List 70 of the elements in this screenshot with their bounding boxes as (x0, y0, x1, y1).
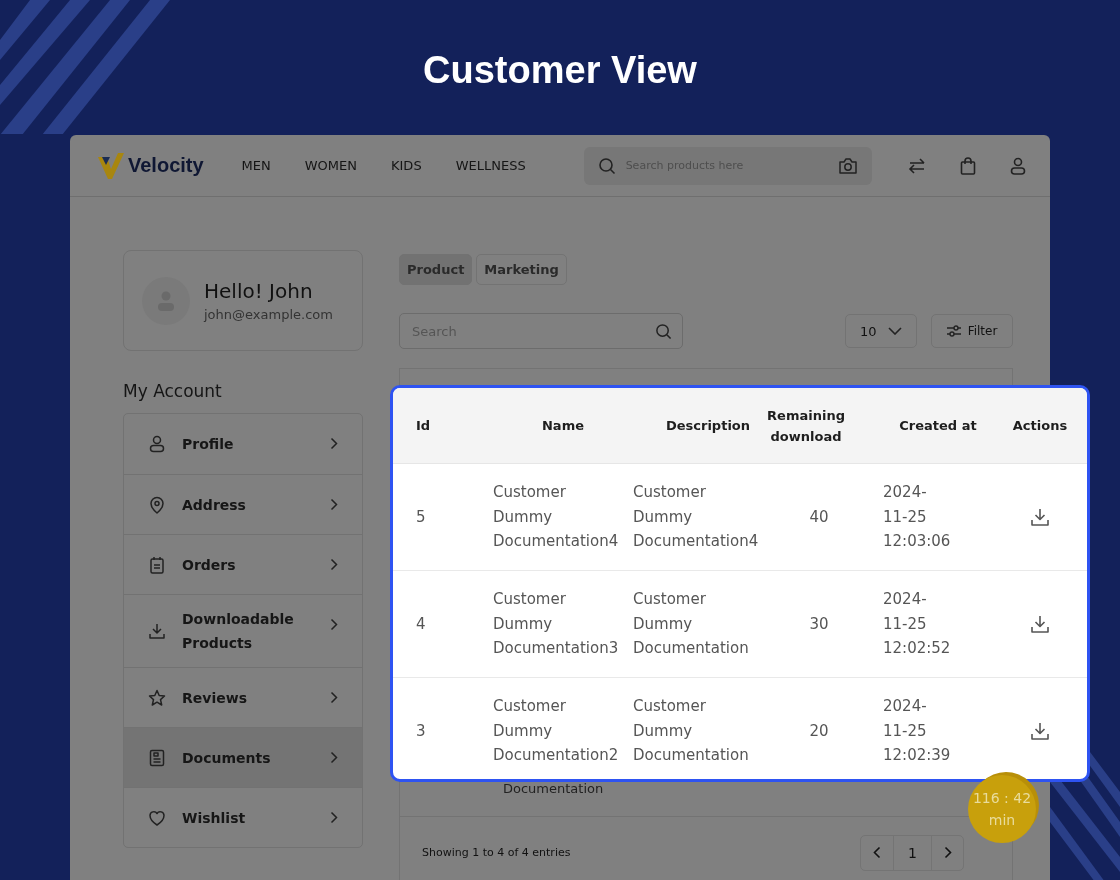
filter-button[interactable]: Filter (931, 314, 1013, 348)
chevron-right-icon (330, 558, 338, 571)
table-cell-text: Customer Dummy Documentation4 (493, 482, 619, 553)
chevron-down-icon (888, 327, 902, 335)
bag-icon[interactable] (960, 156, 976, 175)
table-cell-text: Customer Dummy Documentation3 (493, 589, 619, 660)
table-cell-text: 30 (809, 613, 829, 635)
table-cell-text: Customer Dummy Documentation2 (493, 696, 619, 767)
column-header: Created at (898, 417, 977, 435)
column-header: Id (415, 417, 431, 435)
location-pin-icon (148, 495, 166, 514)
column-header: Actions (1012, 417, 1068, 435)
page-size-dropdown[interactable]: 10 (845, 314, 917, 348)
page-title: Customer View (423, 48, 697, 93)
chevron-right-icon (330, 498, 338, 511)
chevron-left-icon (873, 846, 881, 860)
table-cell-text: 2024-11-25 12:03:06 (883, 482, 951, 553)
download-icon[interactable] (1030, 507, 1050, 527)
menu-item[interactable]: Profile (124, 414, 362, 474)
column-header: Remaining download (766, 406, 846, 446)
logo-icon (98, 152, 124, 179)
chevron-right-icon (330, 437, 338, 450)
table-cell-text: 3 (416, 720, 426, 742)
chevron-right-icon (943, 846, 952, 860)
menu-item[interactable]: Documents (124, 727, 362, 787)
user-icon[interactable] (1010, 156, 1026, 175)
table-cell-text: 4 (416, 613, 426, 635)
table-cell-text: Customer Dummy Documentation (633, 589, 749, 660)
nav-link[interactable]: WOMEN (304, 158, 357, 173)
search-icon (597, 156, 616, 175)
table-cell-text: Customer Dummy Documentation4 (633, 482, 759, 553)
star-icon (148, 688, 166, 707)
download-icon[interactable] (1030, 721, 1050, 741)
table-cell-text: 2024-11-25 12:02:39 (883, 696, 951, 767)
nav-link[interactable]: KIDS (391, 158, 422, 173)
chevron-right-icon (330, 691, 338, 704)
logo-text[interactable]: Velocity (128, 154, 204, 177)
clipboard-icon (148, 555, 166, 574)
table-cell-text: Customer Dummy Documentation (633, 696, 749, 767)
chevron-right-icon (330, 618, 338, 631)
greeting: Hello! John (204, 279, 314, 303)
column-header: Name (541, 417, 584, 435)
nav-link[interactable]: MEN (241, 158, 271, 173)
camera-icon[interactable] (837, 156, 858, 175)
menu-item[interactable]: Wishlist (124, 787, 362, 847)
menu-item[interactable]: Address (124, 474, 362, 534)
download-icon[interactable] (1030, 614, 1050, 634)
table-cell-text: 40 (809, 506, 829, 528)
chevron-right-icon (330, 751, 338, 764)
table-cell: Documentation (503, 780, 604, 796)
column-header: Description (665, 417, 751, 435)
user-email: john@example.com (204, 307, 333, 322)
sliders-icon (946, 325, 961, 337)
table-cell-text: 5 (416, 506, 426, 528)
tab[interactable]: Marketing (476, 254, 567, 285)
person-icon (148, 435, 166, 453)
swap-icon[interactable] (908, 156, 926, 175)
heart-icon (148, 808, 166, 827)
document-icon (148, 748, 166, 767)
table-cell-text: 20 (809, 720, 829, 742)
table-cell-text: 2024-11-25 12:02:52 (883, 589, 951, 660)
menu-item[interactable]: Downloadable Products (124, 594, 362, 667)
tab[interactable]: Product (399, 254, 473, 285)
menu-item[interactable]: Orders (124, 534, 362, 594)
chevron-right-icon (330, 811, 338, 824)
download-icon (148, 622, 166, 640)
section-heading: My Account (123, 381, 223, 401)
search-icon (655, 322, 672, 340)
entries-summary: Showing 1 to 4 of 4 entries (422, 846, 571, 860)
nav-link[interactable]: WELLNESS (455, 158, 526, 173)
